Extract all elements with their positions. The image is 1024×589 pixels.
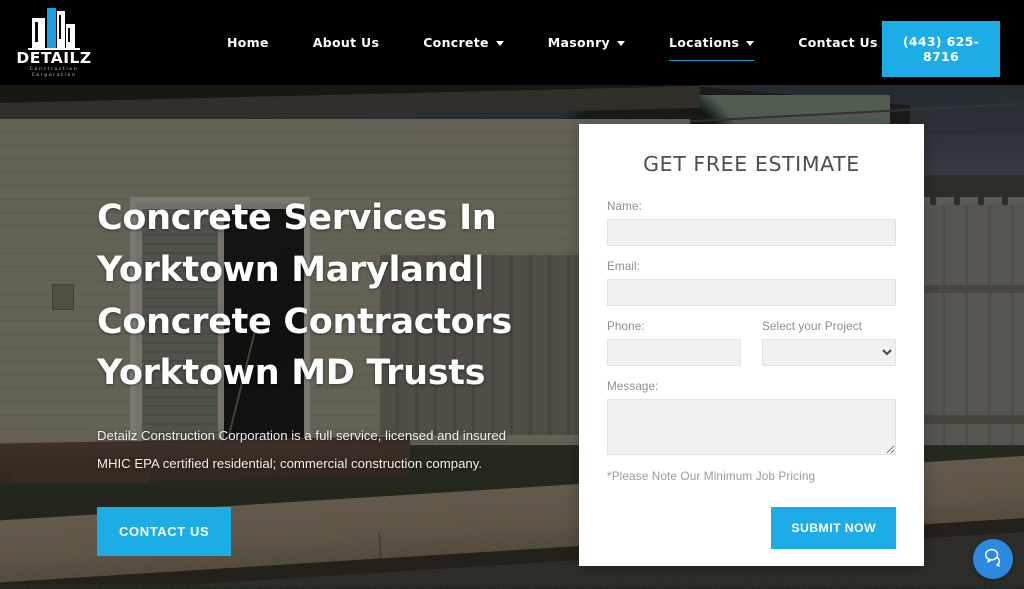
contact-us-button[interactable]: CONTACT US xyxy=(97,506,232,556)
main-navigation: Home About Us Concrete Masonry Locations… xyxy=(205,0,900,85)
name-input[interactable] xyxy=(607,219,896,246)
project-label: Select your Project xyxy=(762,320,862,333)
site-logo[interactable]: DETAILZ Construction Corporation xyxy=(14,6,94,80)
project-select[interactable] xyxy=(762,339,896,366)
nav-label: Masonry xyxy=(547,35,610,50)
nav-item-masonry[interactable]: Masonry xyxy=(526,29,647,56)
nav-label: Locations xyxy=(669,35,740,50)
phone-label: Phone: xyxy=(607,320,645,333)
nav-label: Home xyxy=(227,35,269,50)
pricing-note: *Please Note Our Minimum Job Pricing xyxy=(607,469,816,483)
email-field-group: Email: xyxy=(607,260,896,306)
email-input[interactable] xyxy=(607,279,896,306)
message-textarea[interactable] xyxy=(607,399,896,455)
logo-wordmark: DETAILZ xyxy=(16,49,92,67)
chevron-down-icon xyxy=(495,41,504,46)
nav-label: About Us xyxy=(312,35,380,50)
nav-label: Concrete xyxy=(423,35,489,50)
hero-content: Concrete Services In Yorktown Maryland| … xyxy=(97,193,567,556)
name-label: Name: xyxy=(607,200,642,213)
phone-input[interactable] xyxy=(607,339,741,366)
message-label: Message: xyxy=(607,380,659,393)
phone-project-row: Phone: Select your Project xyxy=(607,320,896,366)
building-logo-icon xyxy=(24,6,84,50)
message-field-group: Message: xyxy=(607,380,896,455)
chat-bubbles-icon xyxy=(982,546,1004,573)
hero-subtitle: Detailz Construction Corporation is a fu… xyxy=(97,428,507,471)
phone-field-group: Phone: xyxy=(607,320,741,366)
site-header: DETAILZ Construction Corporation Home Ab… xyxy=(0,0,1024,85)
submit-row: SUBMIT NOW xyxy=(607,507,896,549)
chevron-down-icon xyxy=(617,41,625,46)
email-label: Email: xyxy=(607,260,641,273)
estimate-form-card: GET FREE ESTIMATE Name: Email: Phone: Se… xyxy=(579,124,924,566)
nav-item-home[interactable]: Home xyxy=(205,29,291,56)
nav-item-about-us[interactable]: About Us xyxy=(291,29,401,56)
chevron-down-icon xyxy=(746,41,755,46)
project-field-group: Select your Project xyxy=(762,320,896,366)
submit-now-button[interactable]: SUBMIT NOW xyxy=(771,507,896,549)
phone-cta-button[interactable]: (443) 625-8716 xyxy=(882,21,1000,77)
name-field-group: Name: xyxy=(607,200,896,246)
chat-widget-button[interactable] xyxy=(973,539,1013,579)
page-title: Concrete Services In Yorktown Maryland| … xyxy=(97,198,512,394)
logo-subtitle-2: Corporation xyxy=(31,73,77,79)
nav-item-locations[interactable]: Locations xyxy=(647,29,776,61)
nav-item-concrete[interactable]: Concrete xyxy=(401,29,526,56)
nav-label: Contact Us xyxy=(798,35,878,50)
form-title: GET FREE ESTIMATE xyxy=(643,152,860,176)
page-root: DETAILZ Construction Corporation Home Ab… xyxy=(0,0,1024,589)
